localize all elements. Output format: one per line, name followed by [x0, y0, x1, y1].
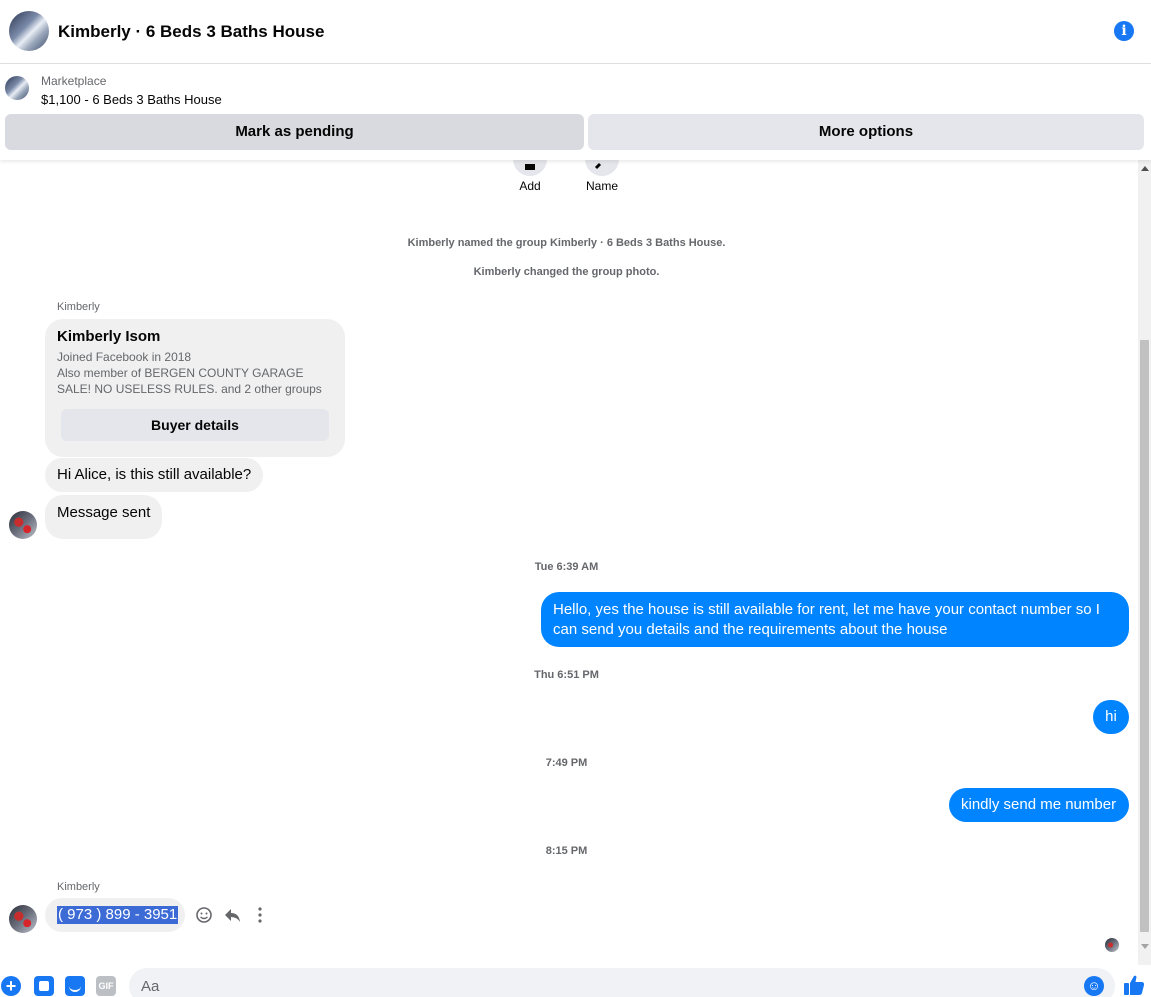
conversation-avatar[interactable] — [9, 11, 49, 51]
marketplace-label: Marketplace — [41, 74, 107, 88]
message-thread[interactable]: Add Name Kimberly named the group Kimber… — [0, 160, 1138, 965]
emoji-icon[interactable]: ☺ — [1084, 976, 1104, 996]
add-action-label[interactable]: Add — [500, 179, 560, 193]
reply-icon[interactable] — [223, 906, 241, 929]
buyer-details-button[interactable]: Buyer details — [61, 409, 329, 441]
info-icon[interactable]: i — [1114, 21, 1134, 41]
read-receipt-avatar — [1105, 938, 1119, 952]
conversation-header: Kimberly · 6 Beds 3 Baths House i — [0, 0, 1151, 64]
incoming-message[interactable]: Hi Alice, is this still available? — [45, 458, 264, 492]
timestamp: 7:49 PM — [545, 757, 588, 769]
buyer-name: Kimberly Isom — [57, 328, 161, 345]
scroll-down-icon[interactable] — [1141, 944, 1149, 949]
sender-name: Kimberly — [57, 301, 100, 313]
mark-as-pending-button[interactable]: Mark as pending — [5, 114, 584, 150]
message-input[interactable] — [129, 968, 1115, 997]
plus-icon[interactable]: + — [1, 976, 21, 996]
marketplace-listing-bar: Marketplace $1,100 - 6 Beds 3 Baths Hous… — [0, 64, 1151, 160]
name-action-label[interactable]: Name — [572, 179, 632, 193]
outgoing-message[interactable]: Hello, yes the house is still available … — [541, 592, 1129, 647]
incoming-message[interactable]: Message sent — [45, 495, 163, 539]
conversation-title[interactable]: Kimberly · 6 Beds 3 Baths House — [58, 22, 324, 42]
more-options-button[interactable]: More options — [588, 114, 1144, 150]
pencil-icon[interactable] — [585, 160, 619, 176]
message-composer: + GIF ☺ — [0, 965, 1151, 997]
timestamp: Thu 6:51 PM — [534, 669, 599, 681]
thumbs-up-icon[interactable] — [1122, 973, 1146, 997]
sticker-icon[interactable] — [65, 976, 85, 996]
scrollbar-thumb[interactable] — [1140, 340, 1149, 932]
system-message: Kimberly named the group Kimberly · 6 Be… — [407, 237, 726, 249]
timestamp: 8:15 PM — [545, 845, 588, 857]
incoming-message[interactable]: ( 973 ) 899 - 3951 — [45, 898, 185, 932]
buyer-groups: Also member of BERGEN COUNTY GARAGE SALE… — [57, 366, 322, 396]
photo-icon[interactable] — [34, 976, 54, 996]
buyer-profile-card: Kimberly Isom Joined Facebook in 2018 Al… — [45, 319, 345, 457]
listing-title[interactable]: $1,100 - 6 Beds 3 Baths House — [41, 92, 222, 107]
outgoing-message[interactable]: kindly send me number — [949, 788, 1129, 822]
selected-phone-number[interactable]: ( 973 ) 899 - 3951 — [57, 906, 179, 924]
buyer-joined: Joined Facebook in 2018 — [57, 350, 192, 364]
system-message: Kimberly changed the group photo. — [473, 266, 660, 278]
gif-icon[interactable]: GIF — [96, 976, 116, 996]
outgoing-message[interactable]: hi — [1093, 700, 1129, 734]
scroll-up-icon[interactable] — [1141, 166, 1149, 171]
timestamp: Tue 6:39 AM — [534, 561, 599, 573]
scrollbar[interactable] — [1138, 160, 1151, 965]
sender-name: Kimberly — [57, 881, 100, 893]
add-person-icon[interactable] — [513, 160, 547, 176]
more-actions-icon[interactable] — [252, 906, 268, 929]
avatar[interactable] — [9, 511, 37, 539]
avatar[interactable] — [9, 905, 37, 933]
react-icon[interactable] — [195, 906, 213, 929]
listing-thumbnail[interactable] — [5, 76, 29, 100]
